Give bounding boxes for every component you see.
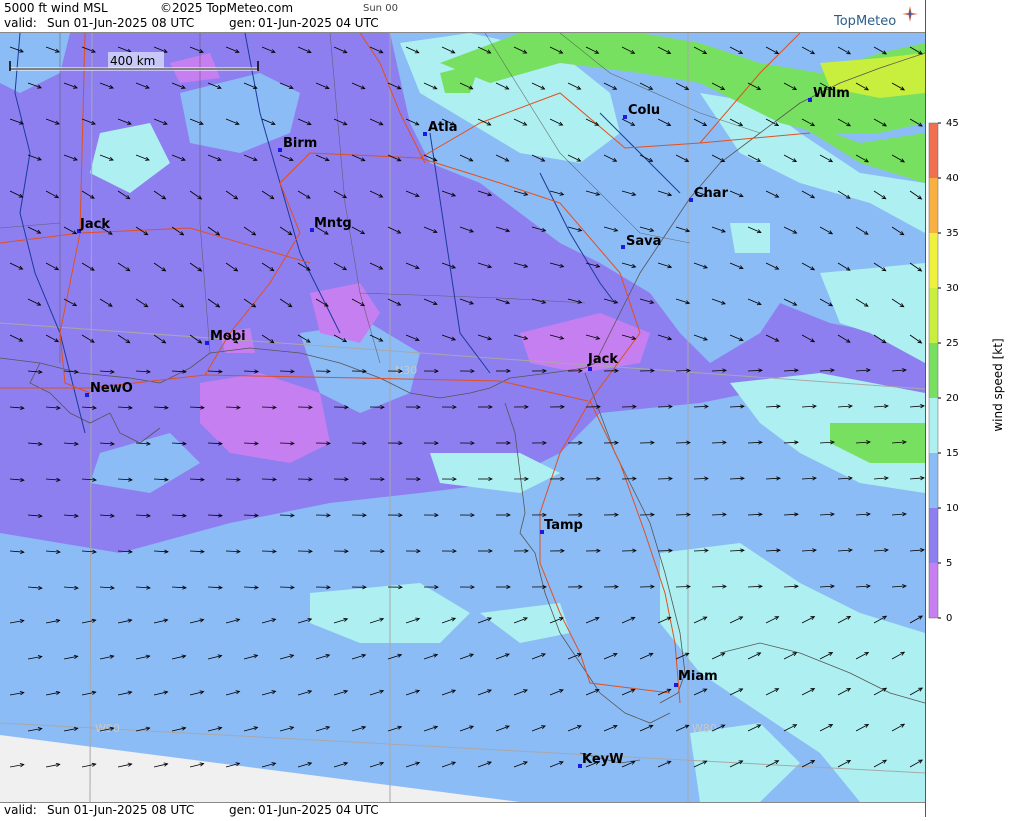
map-title: 5000 ft wind MSL: [4, 1, 108, 15]
svg-text:Tamp: Tamp: [544, 518, 583, 533]
wind-arrow: [262, 407, 276, 408]
wind-arrow: [676, 443, 690, 444]
city-birm[interactable]: Birm: [278, 136, 317, 152]
legend-panel: 45 40 35 30 25 20 15 10 5 0 wind speed […: [925, 0, 1017, 817]
logo-text: TopMeteo: [834, 14, 896, 29]
wind-arrow: [280, 443, 294, 444]
wind-arrow: [280, 371, 294, 372]
valid-time: Sun 01-Jun-2025 08 UTC: [47, 16, 194, 30]
grid-label-n30: N30: [395, 364, 417, 377]
scale-bar-label: 400 km: [110, 54, 155, 68]
city-jack-ms[interactable]: Jack: [77, 217, 110, 233]
legend-swatch-0-5: [929, 563, 938, 618]
gen-time: 01-Jun-2025 04 UTC: [258, 16, 379, 30]
wind-arrow: [658, 479, 672, 480]
copyright-text: ©2025 TopMeteo.com: [160, 1, 293, 15]
svg-text:Mobi: Mobi: [210, 329, 246, 344]
wind-arrow: [280, 587, 294, 588]
footer-valid-time: Sun 01-Jun-2025 08 UTC: [47, 803, 194, 817]
city-newo[interactable]: NewO: [85, 381, 133, 397]
svg-text:NewO: NewO: [90, 381, 133, 396]
svg-text:KeyW: KeyW: [582, 752, 623, 767]
legend-swatch-20-25: [929, 343, 938, 399]
wind-arrow: [262, 551, 276, 552]
legend-swatch-10-15: [929, 453, 938, 509]
wind-arrow: [280, 515, 294, 516]
legend-tick-35: 35: [946, 228, 959, 239]
city-colu[interactable]: Colu: [623, 103, 660, 119]
legend-tick-15: 15: [946, 448, 959, 459]
legend-swatch-40-45: [929, 123, 938, 179]
legend-tick-0: 0: [946, 613, 952, 624]
legend-tick-10: 10: [946, 503, 959, 514]
compass-star-icon: [902, 6, 918, 22]
svg-text:Sava: Sava: [626, 234, 661, 249]
legend-swatch-5-10: [929, 508, 938, 564]
wind-arrow: [676, 515, 690, 516]
grid-label-w90: W90: [95, 722, 120, 735]
svg-text:Atla: Atla: [428, 120, 458, 135]
map-footer: valid: Sun 01-Jun-2025 08 UTC gen: 01-Ju…: [0, 802, 925, 818]
legend-unit-label: wind speed [kt]: [991, 338, 1005, 431]
legend-swatch-15-20: [929, 398, 938, 454]
legend-swatch-30-35: [929, 233, 938, 289]
valid-label: valid:: [4, 16, 37, 30]
city-sava[interactable]: Sava: [621, 234, 661, 249]
legend-swatch-25-30: [929, 288, 938, 344]
legend-tick-40: 40: [946, 173, 959, 184]
legend-tick-30: 30: [946, 283, 959, 294]
day-code: Sun 00: [363, 3, 398, 14]
wind-arrow: [658, 407, 672, 408]
legend-tick-25: 25: [946, 338, 959, 349]
city-tamp[interactable]: Tamp: [540, 518, 583, 534]
topmeteo-logo: TopMeteo: [834, 14, 896, 29]
city-wilm[interactable]: Wilm: [808, 86, 850, 102]
wind-arrow: [262, 479, 276, 480]
wind-speed-legend: 45 40 35 30 25 20 15 10 5 0 wind speed […: [926, 0, 1017, 817]
wind-arrow: [658, 551, 672, 552]
wind-map[interactable]: N30 W90 W80: [0, 33, 925, 802]
svg-text:Wilm: Wilm: [813, 86, 850, 101]
wind-arrow: [676, 371, 690, 372]
legend-tick-45: 45: [946, 118, 959, 129]
city-atla[interactable]: Atla: [423, 120, 458, 136]
map-header: 5000 ft wind MSL ©2025 TopMeteo.com Sun …: [0, 0, 925, 33]
svg-text:Jack: Jack: [79, 217, 110, 232]
city-mntg[interactable]: Mntg: [310, 216, 352, 232]
footer-gen-label: gen:: [229, 803, 256, 817]
legend-tick-20: 20: [946, 393, 959, 404]
footer-gen-time: 01-Jun-2025 04 UTC: [258, 803, 379, 817]
city-keyw[interactable]: KeyW: [578, 752, 623, 768]
gen-label: gen:: [229, 16, 256, 30]
grid-label-w80: W80: [692, 722, 717, 735]
svg-text:Jack: Jack: [587, 352, 618, 367]
city-mobi[interactable]: Mobi: [205, 329, 246, 345]
svg-text:Mntg: Mntg: [314, 216, 352, 231]
svg-text:Char: Char: [694, 186, 729, 201]
footer-valid-label: valid:: [4, 803, 37, 817]
svg-text:Colu: Colu: [628, 103, 660, 118]
wind-arrow: [676, 587, 690, 588]
city-char[interactable]: Char: [689, 186, 729, 202]
svg-text:Birm: Birm: [283, 136, 317, 151]
legend-swatch-35-40: [929, 178, 938, 234]
legend-tick-5: 5: [946, 558, 952, 569]
svg-text:Miam: Miam: [678, 669, 718, 684]
